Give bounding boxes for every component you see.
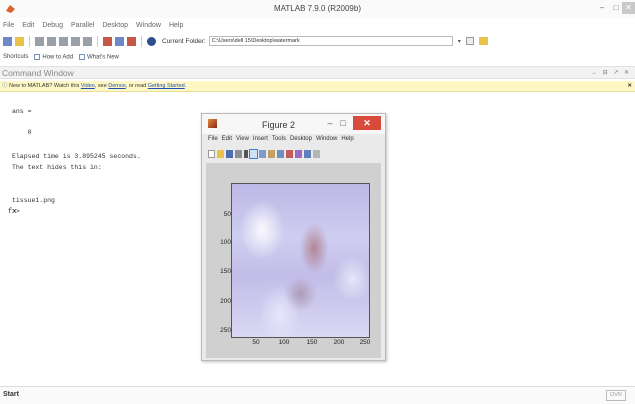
toolbar-divider bbox=[29, 35, 30, 47]
console-line: The text hides this in: bbox=[12, 164, 102, 171]
paste-icon[interactable] bbox=[59, 36, 68, 46]
x-tick-label: 250 bbox=[359, 339, 371, 346]
current-folder-dropdown[interactable]: ▾ bbox=[458, 38, 461, 45]
data-cursor-icon[interactable] bbox=[286, 150, 293, 158]
copy-icon[interactable] bbox=[47, 36, 56, 46]
open-file-icon[interactable] bbox=[15, 36, 24, 46]
zoom-out-icon[interactable] bbox=[259, 150, 266, 158]
profiler-icon[interactable] bbox=[127, 36, 136, 46]
help-icon[interactable] bbox=[147, 36, 156, 46]
figure-menu-file[interactable]: File bbox=[208, 136, 218, 146]
current-folder-input[interactable]: C:\Users\dell 15\Desktop\watermark bbox=[208, 36, 453, 46]
matlab-titlebar: MATLAB 7.9.0 (R2009b) – □ ✕ bbox=[0, 0, 635, 18]
figure-menu-desktop[interactable]: Desktop bbox=[290, 136, 312, 146]
figure-menu-view[interactable]: View bbox=[236, 136, 249, 146]
figure-toolbar bbox=[208, 148, 383, 160]
figure-menu-insert[interactable]: Insert bbox=[253, 136, 268, 146]
new-figure-icon[interactable] bbox=[208, 150, 215, 158]
current-folder-browse-button[interactable] bbox=[465, 37, 474, 45]
x-tick-label: 200 bbox=[333, 339, 345, 346]
figure-menu-tools[interactable]: Tools bbox=[272, 136, 286, 146]
y-tick-label: 150 bbox=[220, 268, 231, 275]
toolbar-divider bbox=[97, 35, 98, 47]
x-tick-label: 50 bbox=[252, 339, 260, 346]
figure-menubar: File Edit View Insert Tools Desktop Wind… bbox=[208, 136, 383, 146]
menu-window[interactable]: Window bbox=[136, 22, 161, 29]
print-icon[interactable] bbox=[235, 150, 242, 158]
console-line: ans = bbox=[12, 108, 32, 115]
folder-up-icon[interactable] bbox=[478, 37, 488, 45]
minimize-button[interactable]: – bbox=[596, 2, 608, 14]
command-window-title: Command Window bbox=[2, 68, 74, 78]
pointer-icon[interactable] bbox=[244, 150, 248, 158]
x-tick-label: 100 bbox=[278, 339, 290, 346]
info-icon: ⓘ bbox=[2, 83, 10, 89]
ovr-indicator: OVR bbox=[606, 390, 626, 401]
shortcut-whats-new[interactable]: What's New bbox=[79, 53, 119, 60]
simulink-icon[interactable] bbox=[103, 36, 112, 46]
fx-icon: fx bbox=[8, 208, 17, 216]
menu-desktop[interactable]: Desktop bbox=[102, 22, 128, 29]
menu-debug[interactable]: Debug bbox=[42, 22, 63, 29]
command-window-header: Command Window → ⊟ ↗ ✕ bbox=[0, 66, 635, 79]
x-tick-label: 150 bbox=[306, 339, 318, 346]
console-line: Elapsed time is 3.895245 seconds. bbox=[12, 153, 141, 160]
shortcut-icon bbox=[79, 53, 86, 60]
menu-help[interactable]: Help bbox=[169, 22, 183, 29]
redo-icon[interactable] bbox=[83, 36, 92, 46]
console-line: tissue1.png bbox=[12, 197, 55, 204]
maximize-button[interactable]: □ bbox=[610, 2, 622, 14]
console-line: 0 bbox=[12, 129, 32, 136]
figure-title: Figure 2 bbox=[262, 120, 296, 130]
figure-close-button[interactable]: ✕ bbox=[353, 116, 381, 130]
rotate-icon[interactable] bbox=[277, 150, 284, 158]
link-icon[interactable] bbox=[304, 150, 311, 158]
y-tick-label: 50 bbox=[223, 211, 231, 218]
shortcuts-bar: Shortcuts How to Add What's New bbox=[0, 51, 635, 63]
close-button[interactable]: ✕ bbox=[622, 2, 635, 14]
y-tick-label: 100 bbox=[220, 239, 231, 246]
cut-icon[interactable] bbox=[35, 36, 44, 46]
info-bar: ⓘ New to MATLAB? Watch this Video, see D… bbox=[0, 81, 635, 92]
new-file-icon[interactable] bbox=[3, 36, 12, 46]
colorbar-icon[interactable] bbox=[313, 150, 320, 158]
figure-titlebar: Figure 2 – □ ✕ bbox=[202, 114, 385, 134]
zoom-in-icon[interactable] bbox=[249, 149, 258, 159]
info-close-icon[interactable]: ✕ bbox=[627, 81, 632, 92]
shortcut-how-to-add[interactable]: How to Add bbox=[34, 53, 73, 60]
menu-parallel[interactable]: Parallel bbox=[71, 22, 94, 29]
y-tick-label: 200 bbox=[220, 298, 231, 305]
guide-icon[interactable] bbox=[115, 36, 124, 46]
command-window-controls[interactable]: → ⊟ ↗ ✕ bbox=[591, 69, 631, 76]
demos-link[interactable]: Demos bbox=[108, 83, 125, 89]
save-icon[interactable] bbox=[226, 150, 233, 158]
figure-maximize-button[interactable]: □ bbox=[337, 118, 349, 130]
undo-icon[interactable] bbox=[71, 36, 80, 46]
statusbar: Start OVR bbox=[0, 386, 635, 404]
figure-minimize-button[interactable]: – bbox=[324, 118, 336, 130]
image-axes[interactable] bbox=[231, 183, 370, 338]
y-tick-label: 250 bbox=[220, 327, 231, 334]
window-title: MATLAB 7.9.0 (R2009b) bbox=[273, 4, 361, 13]
toolbar-divider bbox=[141, 35, 142, 47]
menubar: File Edit Debug Parallel Desktop Window … bbox=[0, 18, 635, 33]
brush-icon[interactable] bbox=[295, 150, 302, 158]
pan-icon[interactable] bbox=[268, 150, 275, 158]
current-folder-label: Current Folder: bbox=[162, 37, 206, 45]
video-link[interactable]: Video bbox=[81, 83, 95, 89]
main-toolbar: Current Folder: C:\Users\dell 15\Desktop… bbox=[0, 33, 635, 49]
figure-logo-icon bbox=[208, 119, 217, 128]
start-button[interactable]: Start bbox=[3, 391, 19, 398]
menu-edit[interactable]: Edit bbox=[22, 22, 34, 29]
getting-started-link[interactable]: Getting Started bbox=[148, 83, 185, 89]
shortcuts-label: Shortcuts bbox=[3, 54, 29, 60]
figure-menu-edit[interactable]: Edit bbox=[222, 136, 232, 146]
figure-menu-help[interactable]: Help bbox=[341, 136, 353, 146]
shortcut-icon bbox=[34, 53, 41, 60]
menu-file[interactable]: File bbox=[3, 22, 14, 29]
figure-menu-window[interactable]: Window bbox=[316, 136, 337, 146]
open-figure-icon[interactable] bbox=[217, 150, 224, 158]
